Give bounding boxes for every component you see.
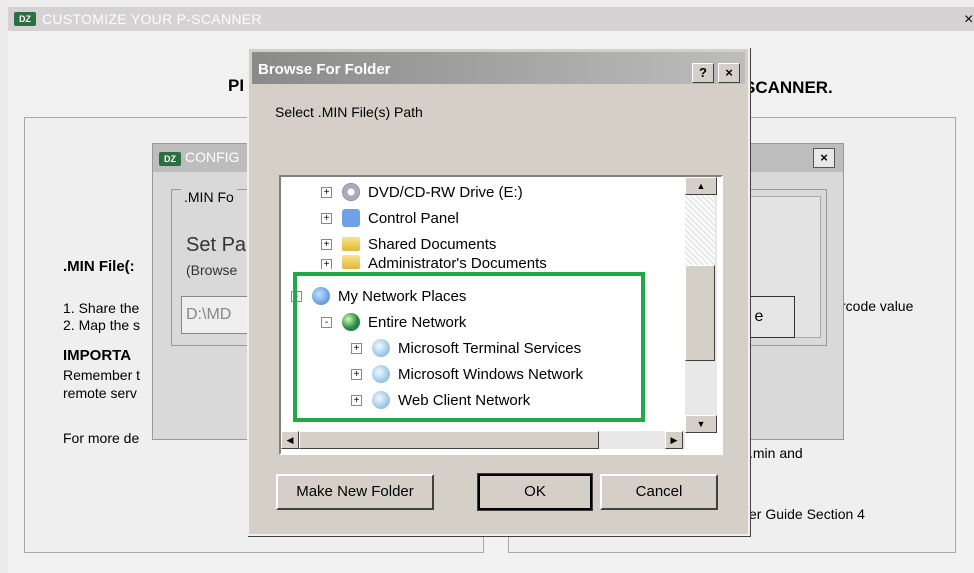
control-panel-icon (342, 209, 360, 227)
tree-item-shared-documents[interactable]: + Shared Documents (321, 231, 496, 257)
config-title: CONFIG (185, 149, 240, 165)
expand-icon[interactable]: + (321, 212, 332, 224)
horizontal-scrollbar[interactable]: ◀ ▶ (281, 431, 685, 449)
scroll-left-icon[interactable]: ◀ (281, 431, 299, 449)
main-close-button[interactable]: × (964, 11, 973, 29)
browse-prompt: Select .MIN File(s) Path (275, 104, 423, 120)
scroll-down-icon[interactable]: ▼ (685, 415, 717, 433)
more-details-text: For more de (63, 430, 140, 446)
min-file-heading: .MIN File(: (63, 258, 135, 275)
highlight-annotation-box (293, 272, 645, 422)
folder-icon (342, 237, 360, 251)
barcode-value-text: rcode value (841, 298, 914, 314)
cancel-button[interactable]: Cancel (600, 474, 718, 510)
main-title-bar: DZ CUSTOMIZE YOUR P-SCANNER × (8, 7, 974, 31)
scrollbar-thumb[interactable] (685, 265, 715, 361)
tree-item-label: Control Panel (368, 209, 459, 227)
important-heading: IMPORTA (63, 347, 132, 364)
scrollbar-track[interactable] (685, 195, 715, 265)
vertical-scrollbar[interactable]: ▲ ▼ (685, 177, 717, 433)
cd-drive-icon (342, 183, 360, 201)
step-1-text: 1. Share the (63, 300, 140, 316)
main-window-title: CUSTOMIZE YOUR P-SCANNER (42, 11, 262, 27)
tree-item-control-panel[interactable]: + Control Panel (321, 205, 459, 231)
step-2-text: 2. Map the s (63, 317, 141, 333)
help-button[interactable]: ? (692, 63, 714, 83)
tree-item-label: Shared Documents (368, 235, 497, 253)
browse-title-bar: Browse For Folder ? × (252, 52, 745, 84)
browse-dialog-title: Browse For Folder (258, 61, 391, 78)
set-path-label: Set Pa (186, 234, 247, 256)
browse-hint-text: (Browse (186, 262, 238, 278)
browse-close-button[interactable]: × (718, 63, 740, 83)
user-guide-text: er Guide Section 4 (749, 506, 865, 522)
config-logo-icon: DZ (159, 152, 181, 166)
scroll-right-icon[interactable]: ▶ (665, 431, 683, 449)
ok-button[interactable]: OK (477, 473, 593, 511)
expand-icon[interactable]: + (321, 259, 332, 269)
hscrollbar-thumb[interactable] (299, 431, 599, 449)
folder-icon (342, 255, 360, 269)
page-heading-right: SCANNER. (744, 78, 833, 97)
expand-icon[interactable]: + (321, 238, 332, 250)
page-heading-left: PI (228, 76, 245, 95)
tree-item-admin-documents[interactable]: + Administrator's Documents (321, 255, 547, 269)
scroll-up-icon[interactable]: ▲ (685, 177, 717, 195)
min-and-text: .min and (749, 445, 803, 461)
tree-item-label: DVD/CD-RW Drive (E:) (368, 183, 523, 201)
tree-item-dvd-drive[interactable]: + DVD/CD-RW Drive (E:) (321, 179, 523, 205)
remember-text: Remember t (63, 367, 141, 383)
min-folder-group-label: .MIN Fo (181, 189, 237, 205)
remote-text: remote serv (63, 385, 137, 401)
make-new-folder-button[interactable]: Make New Folder (276, 474, 434, 510)
app-logo-icon: DZ (14, 12, 36, 26)
expand-icon[interactable]: + (321, 186, 332, 198)
config-close-button[interactable]: × (813, 148, 835, 168)
tree-item-label: Administrator's Documents (368, 255, 547, 269)
